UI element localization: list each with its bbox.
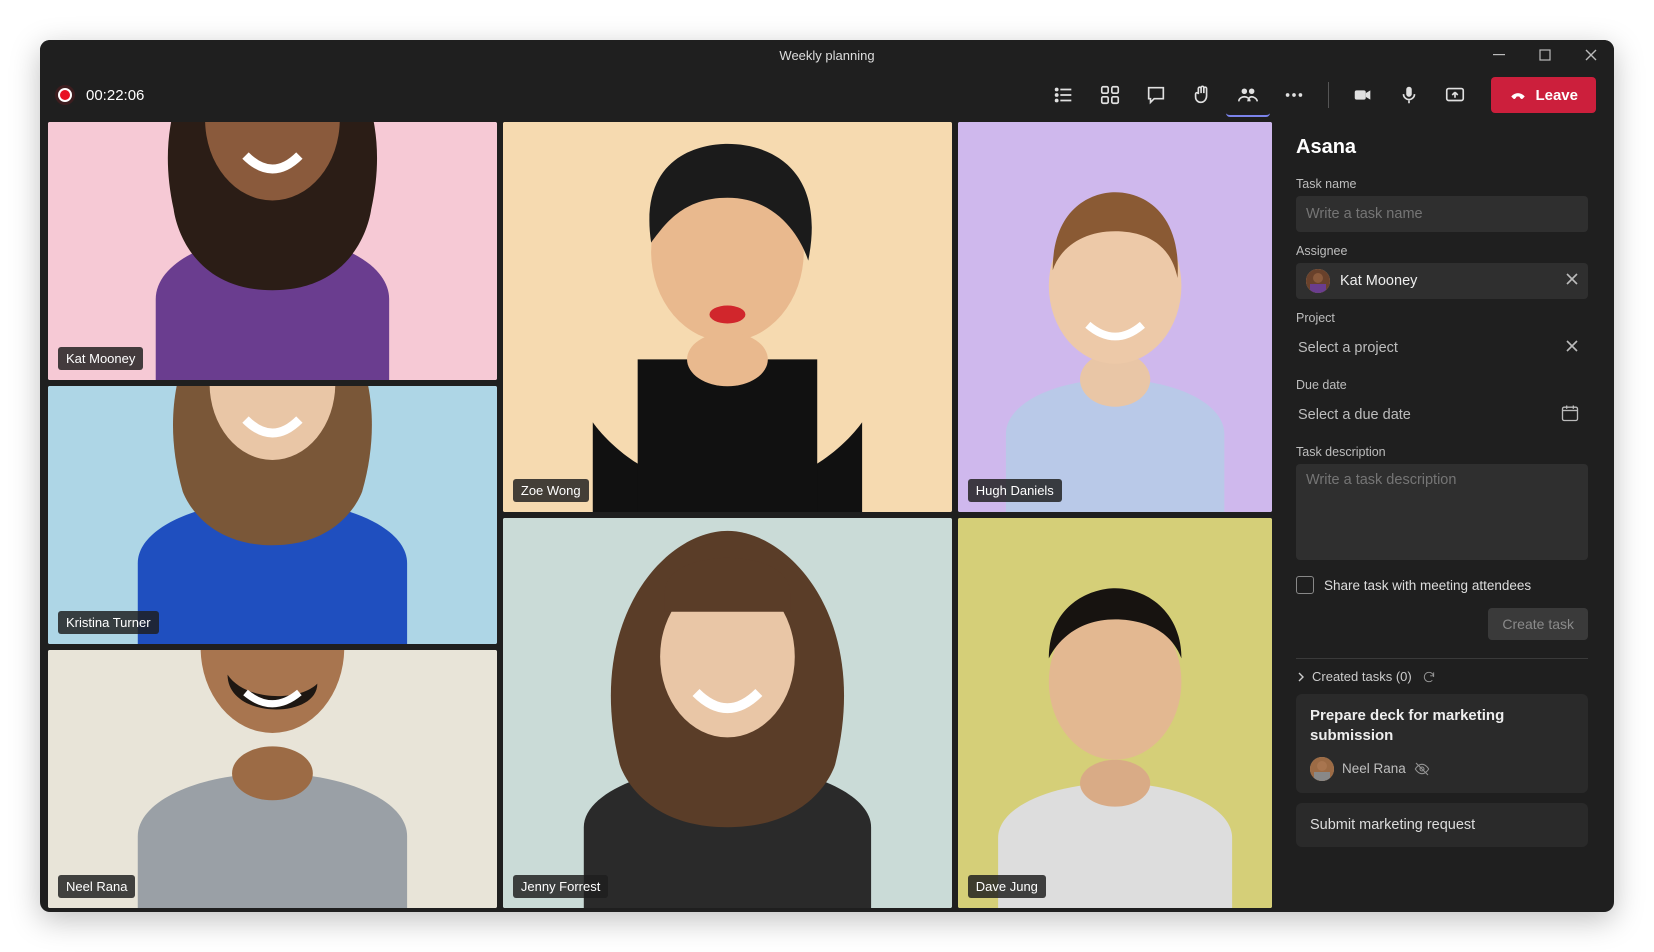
titlebar: Weekly planning xyxy=(40,40,1614,70)
raise-hand-icon[interactable] xyxy=(1180,73,1224,117)
more-icon[interactable] xyxy=(1272,73,1316,117)
participant-name: Kristina Turner xyxy=(58,611,159,634)
participant-name: Dave Jung xyxy=(968,875,1046,898)
task-card-meta: Neel Rana xyxy=(1310,757,1574,781)
share-checkbox[interactable] xyxy=(1296,576,1314,594)
participant-video xyxy=(958,122,1272,512)
participant-tile[interactable]: Kristina Turner xyxy=(48,386,497,644)
gallery-column: Kat Mooney Kristina Turner xyxy=(48,122,497,908)
created-tasks-label: Created tasks (0) xyxy=(1312,669,1412,684)
participant-name: Kat Mooney xyxy=(58,347,143,370)
close-button[interactable] xyxy=(1568,40,1614,70)
leave-button[interactable]: Leave xyxy=(1491,77,1596,113)
clear-project-icon[interactable] xyxy=(1564,338,1580,358)
task-assignee-name: Neel Rana xyxy=(1342,761,1406,776)
description-field[interactable] xyxy=(1296,464,1588,560)
toolbar-actions: Leave xyxy=(1042,73,1596,117)
camera-icon[interactable] xyxy=(1341,73,1385,117)
people-icon[interactable] xyxy=(1226,73,1270,117)
share-task-row[interactable]: Share task with meeting attendees xyxy=(1296,576,1588,594)
clear-assignee-icon[interactable] xyxy=(1564,271,1580,291)
participant-tile[interactable]: Dave Jung xyxy=(958,518,1272,908)
asana-panel: Asana Task name Assignee Kat Mooney Proj… xyxy=(1278,122,1606,908)
toolbar-separator xyxy=(1328,82,1329,108)
assignee-avatar xyxy=(1306,269,1330,293)
refresh-icon[interactable] xyxy=(1422,670,1436,684)
participant-name: Jenny Forrest xyxy=(513,875,608,898)
app-window: Weekly planning 00:22:06 Leave xyxy=(40,40,1614,912)
task-assignee-avatar xyxy=(1310,757,1334,781)
participant-tile[interactable]: Zoe Wong xyxy=(503,122,952,512)
created-tasks-header[interactable]: Created tasks (0) xyxy=(1296,669,1588,684)
participant-tile[interactable]: Jenny Forrest xyxy=(503,518,952,908)
share-label: Share task with meeting attendees xyxy=(1324,578,1531,593)
maximize-button[interactable] xyxy=(1522,40,1568,70)
window-title: Weekly planning xyxy=(779,48,874,63)
panel-title: Asana xyxy=(1296,136,1588,159)
project-placeholder: Select a project xyxy=(1298,340,1398,356)
participant-video xyxy=(503,518,952,908)
share-screen-icon[interactable] xyxy=(1433,73,1477,117)
participant-video xyxy=(958,518,1272,908)
participant-video xyxy=(48,650,497,908)
project-field[interactable]: Select a project xyxy=(1296,330,1588,366)
chat-icon[interactable] xyxy=(1134,73,1178,117)
assignee-value-row: Kat Mooney xyxy=(1306,269,1417,293)
chevron-right-icon xyxy=(1296,672,1306,682)
create-task-button[interactable]: Create task xyxy=(1488,608,1588,640)
mic-icon[interactable] xyxy=(1387,73,1431,117)
description-label: Task description xyxy=(1296,445,1588,459)
private-icon xyxy=(1414,761,1430,777)
participant-name: Neel Rana xyxy=(58,875,135,898)
minimize-button[interactable] xyxy=(1476,40,1522,70)
task-card-title: Submit marketing request xyxy=(1310,817,1475,833)
participant-name: Hugh Daniels xyxy=(968,479,1062,502)
window-controls xyxy=(1476,40,1614,70)
task-name-field[interactable] xyxy=(1296,196,1588,232)
assignee-label: Assignee xyxy=(1296,244,1588,258)
project-label: Project xyxy=(1296,311,1588,325)
participant-video xyxy=(48,386,497,644)
video-gallery: Zoe Wong Hugh Daniels xyxy=(48,122,1272,908)
hangup-icon xyxy=(1509,86,1527,104)
task-name-input[interactable] xyxy=(1306,206,1578,222)
panel-divider xyxy=(1296,658,1588,659)
recording-indicator-icon xyxy=(58,88,72,102)
meeting-toolbar: 00:22:06 Leave xyxy=(40,70,1614,120)
task-name-label: Task name xyxy=(1296,177,1588,191)
participant-tile[interactable]: Hugh Daniels xyxy=(958,122,1272,512)
participant-tile[interactable]: Kat Mooney xyxy=(48,122,497,380)
task-card-title: Prepare deck for marketing submission xyxy=(1310,706,1574,747)
description-input[interactable] xyxy=(1306,472,1578,560)
task-card[interactable]: Submit marketing request xyxy=(1296,803,1588,847)
assignee-name: Kat Mooney xyxy=(1340,273,1417,289)
duedate-label: Due date xyxy=(1296,378,1588,392)
task-card[interactable]: Prepare deck for marketing submission Ne… xyxy=(1296,694,1588,793)
participant-video xyxy=(503,122,952,512)
participant-video xyxy=(48,122,497,380)
list-icon[interactable] xyxy=(1042,73,1086,117)
breakout-rooms-icon[interactable] xyxy=(1088,73,1132,117)
call-timer: 00:22:06 xyxy=(86,87,144,104)
meeting-body: Zoe Wong Hugh Daniels xyxy=(40,120,1614,912)
leave-label: Leave xyxy=(1535,87,1578,104)
duedate-field[interactable]: Select a due date xyxy=(1296,397,1588,433)
calendar-icon[interactable] xyxy=(1560,403,1580,427)
assignee-field[interactable]: Kat Mooney xyxy=(1296,263,1588,299)
duedate-placeholder: Select a due date xyxy=(1298,407,1411,423)
participant-tile[interactable]: Neel Rana xyxy=(48,650,497,908)
participant-name: Zoe Wong xyxy=(513,479,589,502)
